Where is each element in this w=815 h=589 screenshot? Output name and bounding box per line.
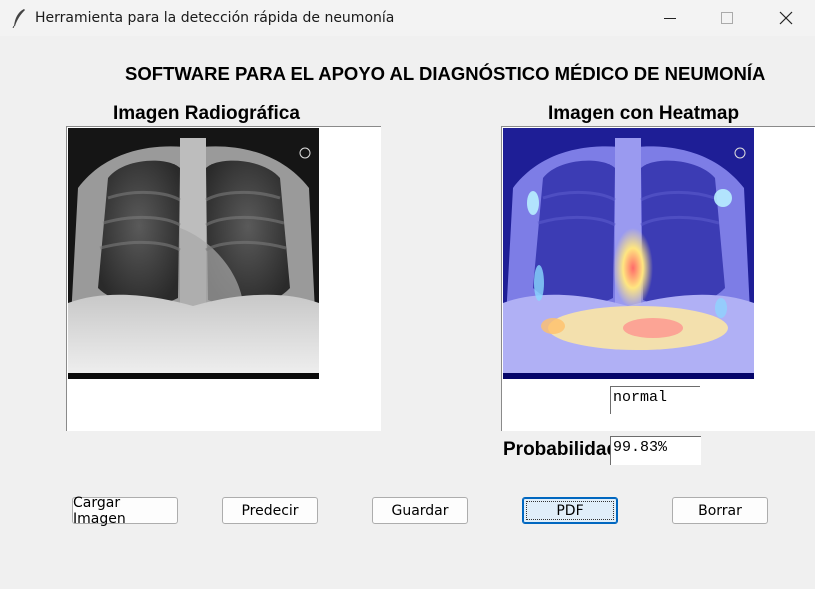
probability-field[interactable]: 99.83% (610, 436, 701, 465)
clear-button[interactable]: Borrar (672, 497, 768, 524)
radiograph-panel (66, 126, 381, 431)
pdf-button[interactable]: PDF (522, 497, 618, 524)
radiograph-label: Imagen Radiográfica (113, 103, 300, 124)
radiograph-image (68, 128, 319, 379)
title-bar: Herramienta para la detección rápida de … (0, 0, 815, 36)
heatmap-image (503, 128, 754, 379)
close-button[interactable] (757, 0, 815, 36)
minimize-icon (664, 18, 676, 19)
maximize-button[interactable] (698, 0, 756, 36)
predict-button[interactable]: Predecir (222, 497, 318, 524)
feather-icon (12, 9, 25, 28)
window-title: Herramienta para la detección rápida de … (35, 10, 395, 26)
result-field[interactable]: normal (610, 386, 700, 414)
maximize-icon (721, 12, 733, 24)
close-icon (779, 11, 793, 25)
probability-label: Probabilidad (503, 439, 613, 460)
page-title: SOFTWARE PARA EL APOYO AL DIAGNÓSTICO MÉ… (125, 63, 766, 84)
save-button[interactable]: Guardar (372, 497, 468, 524)
heatmap-label: Imagen con Heatmap (548, 103, 740, 124)
load-image-button[interactable]: Cargar Imagen (72, 495, 178, 527)
minimize-button[interactable] (641, 0, 699, 36)
